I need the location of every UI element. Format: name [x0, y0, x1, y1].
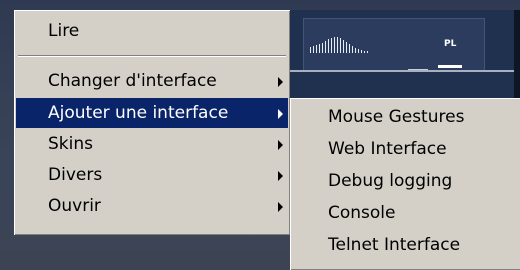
submenu-item-web-interface[interactable]: Web Interface	[292, 134, 520, 164]
submenu-item-console[interactable]: Console	[292, 198, 520, 228]
menu-item-changer-interface[interactable]: Changer d'interface	[16, 66, 288, 96]
context-menu: Lire Changer d'interface Ajouter une int…	[14, 10, 290, 235]
playlist-indicator	[438, 65, 462, 68]
menu-separator	[18, 55, 286, 57]
menu-item-label: Divers	[48, 165, 103, 185]
submenu-item-label: Web Interface	[328, 139, 447, 159]
submenu-arrow-icon	[278, 109, 283, 119]
submenu-arrow-icon	[278, 140, 283, 150]
menu-item-label: Skins	[48, 134, 93, 154]
submenu-item-telnet-interface[interactable]: Telnet Interface	[292, 230, 520, 260]
submenu-arrow-icon	[278, 202, 283, 212]
submenu-item-label: Telnet Interface	[328, 235, 461, 255]
submenu-item-debug-logging[interactable]: Debug logging	[292, 166, 520, 196]
submenu-item-label: Console	[328, 203, 396, 223]
menu-item-label: Ajouter une interface	[48, 103, 229, 123]
submenu-item-label: Mouse Gestures	[328, 107, 465, 127]
menu-item-skins[interactable]: Skins	[16, 129, 288, 159]
submenu-arrow-icon	[278, 77, 283, 87]
menu-item-ajouter-interface[interactable]: Ajouter une interface	[16, 98, 288, 128]
equalizer-icon	[310, 37, 386, 53]
submenu-item-label: Debug logging	[328, 171, 453, 191]
menu-item-label: Changer d'interface	[48, 71, 217, 91]
submenu-item-mouse-gestures[interactable]: Mouse Gestures	[292, 102, 520, 132]
menu-item-label: Lire	[48, 21, 80, 41]
visualizer-area: PL	[303, 18, 485, 72]
window-edge	[514, 10, 520, 98]
menu-item-lire[interactable]: Lire	[16, 16, 288, 46]
menu-item-divers[interactable]: Divers	[16, 160, 288, 190]
player-panel: PL	[288, 10, 520, 98]
menu-item-label: Ouvrir	[48, 196, 101, 216]
seek-bar[interactable]	[289, 70, 520, 72]
menu-item-ouvrir[interactable]: Ouvrir	[16, 191, 288, 221]
add-interface-submenu: Mouse Gestures Web Interface Debug loggi…	[290, 98, 520, 270]
playlist-button-label[interactable]: PL	[444, 39, 456, 49]
submenu-arrow-icon	[278, 171, 283, 181]
